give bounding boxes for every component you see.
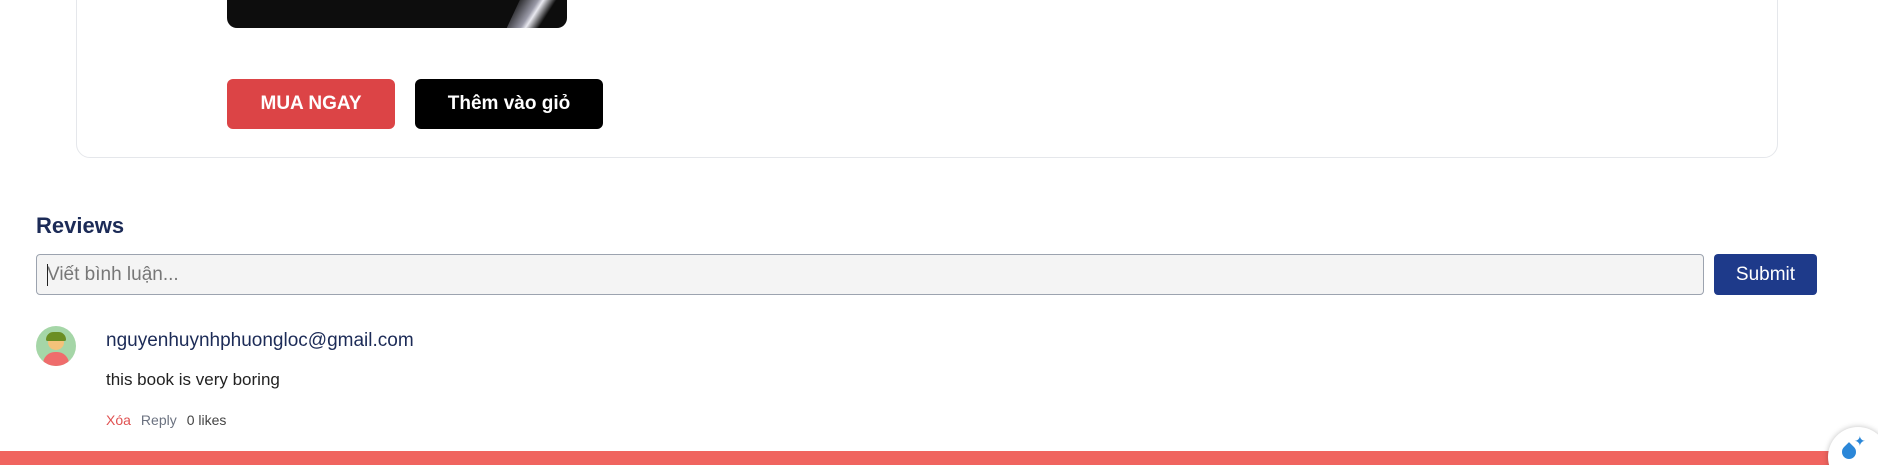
avatar-hair xyxy=(46,332,66,341)
assistant-floating-button[interactable]: ✦ xyxy=(1828,427,1878,465)
comment-author: nguyenhuynhphuongloc@gmail.com xyxy=(106,330,414,351)
reply-comment-link[interactable]: Reply xyxy=(141,412,177,428)
product-card: MUA NGAY Thêm vào giỏ xyxy=(76,0,1778,158)
delete-comment-link[interactable]: Xóa xyxy=(106,412,131,428)
text-caret xyxy=(47,264,48,286)
add-to-cart-button[interactable]: Thêm vào giỏ xyxy=(415,79,603,129)
reviews-heading: Reviews xyxy=(36,213,125,238)
user-avatar xyxy=(36,326,76,366)
buy-now-button[interactable]: MUA NGAY xyxy=(227,79,395,129)
submit-comment-button[interactable]: Submit xyxy=(1714,254,1817,295)
comment-actions: Xóa Reply 0 likes xyxy=(106,412,226,428)
comment-text: this book is very boring xyxy=(106,370,280,389)
avatar-body xyxy=(43,352,69,366)
comment-input[interactable] xyxy=(36,254,1704,295)
footer-bar xyxy=(0,451,1878,465)
sparkle-icon: ✦ xyxy=(1854,433,1866,449)
likes-count: 0 likes xyxy=(186,412,227,428)
product-image-highlight xyxy=(500,0,567,28)
product-image xyxy=(227,0,567,28)
